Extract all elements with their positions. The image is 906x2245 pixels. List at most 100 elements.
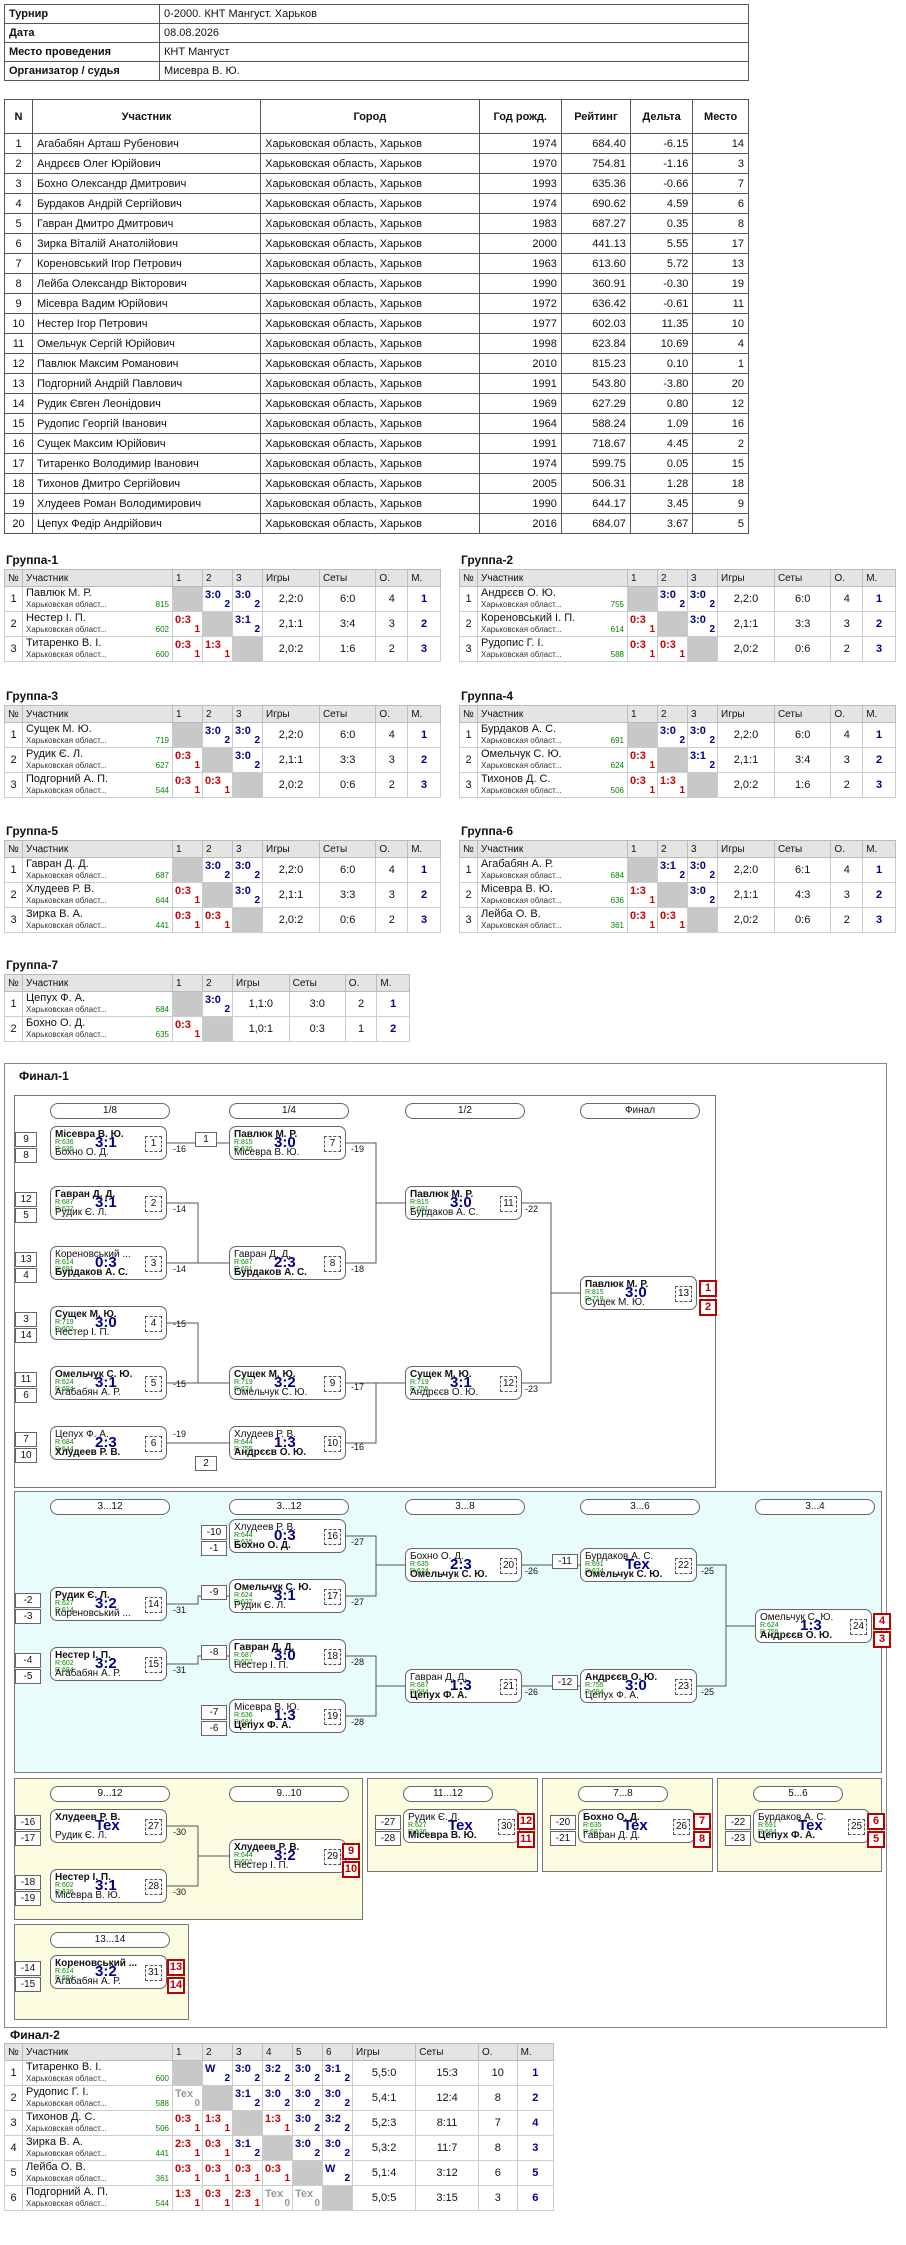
table-row: 14 Рудик Євген Леонідович Харьковская обла… <box>4 393 749 414</box>
round-robin-header-cell: Участник <box>477 569 628 587</box>
round-robin-header: № Участник 1 2 3 4 5 6 Игры Сеты О. М. <box>4 2043 555 2061</box>
match-points: 1 <box>194 649 200 660</box>
games: 5,3:2 <box>351 2135 417 2161</box>
participant-cell: 3 <box>692 153 749 174</box>
match-score: 3:1 <box>235 2088 251 2100</box>
player-cell: Андрєєв О. Ю. Харьковская област... 755 <box>477 586 628 612</box>
match-score: 1:3 <box>265 2113 281 2125</box>
sets: 0:6 <box>318 772 377 798</box>
loser-from-label: -5 <box>15 1669 41 1684</box>
final-place-badge: 3 <box>873 1631 891 1648</box>
match-score: 3:0 <box>625 1677 647 1694</box>
info-key: Дата <box>4 23 160 43</box>
match-score: 0:3 <box>630 614 646 626</box>
bracket-match: Хлудеев Р. В. R:644 R:635 Бохно О. Д. 0:3 16 <box>229 1519 346 1553</box>
round-robin-header: № Участник 1 2 3 Игры Сеты О. М. <box>4 705 441 723</box>
match-points: 1 <box>649 785 655 796</box>
player-rating: 588 <box>610 650 624 659</box>
match-result-cell: 3:0 2 <box>657 586 688 612</box>
round-label: 7...8 <box>578 1786 668 1802</box>
rating-a: R:624 <box>55 1379 74 1386</box>
table-row: 9 Місевра Вадим Юрійович Харьковская облас… <box>4 293 749 314</box>
bracket-match: Цепух Ф. А. R:684 R:644 Хлудеев Р. В. 2:3 6 <box>50 1426 167 1460</box>
match-score: 3:0 <box>660 589 676 601</box>
participant-cell: Харьковская область, Харьков <box>260 513 480 534</box>
tournament-info-table: Турнир 0-2000. КНТ Мангуст. Харьков Дата 08… <box>4 4 749 81</box>
participant-cell: 8 <box>4 273 33 294</box>
round-robin-header-cell: Сеты <box>773 569 832 587</box>
player-name: Подгорний А. П. <box>26 2186 109 2198</box>
participant-cell: 1974 <box>478 193 562 214</box>
place: 2 <box>407 747 441 773</box>
participant-cell: 16 <box>692 413 749 434</box>
table-row: 11 Омельчук Сергій Юрійович Харьковская об… <box>4 333 749 354</box>
participant-cell: Цепух Федір Андрійович <box>31 513 262 534</box>
match-score: 3:0 <box>235 589 251 601</box>
points: 3 <box>375 747 409 773</box>
round-robin-header: № Участник 1 2 3 Игры Сеты О. М. <box>459 569 896 587</box>
player-name: Павлюк М. Р. <box>26 587 92 599</box>
participant-cell: 687.27 <box>560 213 631 234</box>
table-row: 2 Хлудеев Р. В. Харьковская област... 644 0:… <box>4 882 441 908</box>
table-row: 8 Лейба Олександр Вікторович Харьковская о… <box>4 273 749 294</box>
participant-cell: Лейба Олександр Вікторович <box>31 273 262 294</box>
round-robin-table: № Участник 1 2 3 Игры Сеты О. М. 1 Гавран Д. Д. Хар… <box>4 840 441 933</box>
player-rating: 600 <box>155 2074 169 2083</box>
place: 3 <box>516 2135 555 2161</box>
round-robin-header: № Участник 1 2 3 Игры Сеты О. М. <box>459 705 896 723</box>
place: 3 <box>862 772 896 798</box>
match-points: 0 <box>314 2198 320 2209</box>
player-cell: Зирка В. А. Харьковская област... 441 <box>22 2135 173 2161</box>
loser-to-label: -30 <box>173 1887 187 1897</box>
round-label: 3...8 <box>405 1499 525 1515</box>
match-score: 0:3 <box>205 2188 221 2200</box>
self-cell <box>172 722 203 748</box>
match-points: 1 <box>649 649 655 660</box>
player-rating: 588 <box>155 2099 169 2108</box>
round-robin-header-cell: Участник <box>22 569 173 587</box>
participants-header: Дельта <box>629 99 694 134</box>
match-score: 0:3 <box>175 775 191 787</box>
match-score: 3:2 <box>325 2113 341 2125</box>
participants-table: N Участник Город Год рожд. Рейтинг Дельта Мест… <box>4 99 749 534</box>
match-points: 0 <box>284 2198 290 2209</box>
self-cell <box>627 586 658 612</box>
match-result-cell: 0:3 1 <box>172 1016 203 1042</box>
rating-a: R:614 <box>55 1259 74 1266</box>
round-robin-header-cell: 2 <box>202 974 233 992</box>
seed-number: 9 <box>15 1132 37 1147</box>
row-number: 6 <box>4 2185 23 2211</box>
points: 2 <box>830 636 864 662</box>
participant-cell: 15 <box>4 413 33 434</box>
match-points: 1 <box>649 920 655 931</box>
round-robin-header-cell: 3 <box>687 569 718 587</box>
participant-cell: Харьковская область, Харьков <box>260 333 480 354</box>
sets: 0:6 <box>773 907 832 933</box>
round-robin-header-cell: № <box>4 705 23 723</box>
match-score: 3:0 <box>95 1314 117 1331</box>
participant-cell: 441.13 <box>560 233 631 254</box>
match-points: 1 <box>194 2173 200 2184</box>
round-robin-header-cell: Участник <box>22 705 173 723</box>
bracket-connector <box>167 1322 229 1384</box>
bracket-match: Бурдаков А. С. R:691 R:684 Цепух Ф. А. Tex 25 <box>753 1809 870 1843</box>
loser-to-label: -27 <box>351 1597 365 1607</box>
self-cell <box>262 2135 293 2161</box>
player-rating: 614 <box>610 625 624 634</box>
participant-cell: 20 <box>692 373 749 394</box>
participant-cell: Харьковская область, Харьков <box>260 133 480 154</box>
participant-cell: 15 <box>692 453 749 474</box>
match-number: 1 <box>145 1136 162 1152</box>
match-number: 10 <box>324 1436 341 1452</box>
place: 4 <box>516 2110 555 2136</box>
bracket-match: Кореновський ... R:614 R:684 Агабабян А. Р.… <box>50 1955 167 1989</box>
match-result-cell: 1:3 1 <box>202 2110 233 2136</box>
participant-cell: 3.45 <box>629 493 694 514</box>
place: 3 <box>407 772 441 798</box>
participant-cell: Харьковская область, Харьков <box>260 233 480 254</box>
round-robin-header-cell: 2 <box>657 840 688 858</box>
round-robin-header-cell: 1 <box>627 840 658 858</box>
match-result-cell: 1:3 1 <box>262 2110 293 2136</box>
player-cell: Сущек М. Ю. Харьковская област... 719 <box>22 722 173 748</box>
row-number: 2 <box>459 882 478 908</box>
